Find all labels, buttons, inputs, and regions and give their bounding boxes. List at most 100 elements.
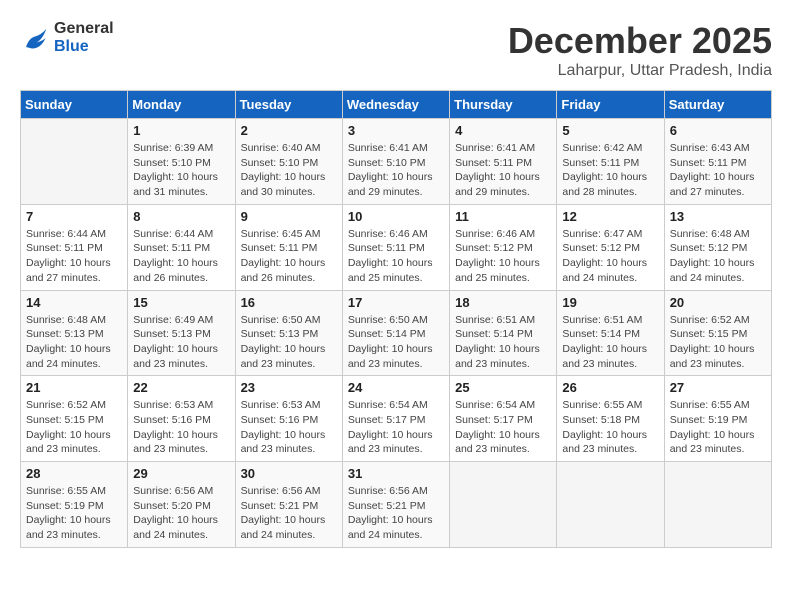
day-number: 25 [455, 380, 551, 395]
calendar-week-row: 28 Sunrise: 6:55 AMSunset: 5:19 PMDayligh… [21, 462, 772, 548]
day-info: Sunrise: 6:56 AMSunset: 5:21 PMDaylight:… [348, 484, 444, 543]
logo-text: General Blue [54, 20, 114, 56]
month-title: December 2025 [508, 20, 772, 62]
day-number: 17 [348, 295, 444, 310]
day-info: Sunrise: 6:48 AMSunset: 5:13 PMDaylight:… [26, 313, 122, 372]
calendar-cell: 26 Sunrise: 6:55 AMSunset: 5:18 PMDayligh… [557, 376, 664, 462]
day-number: 12 [562, 209, 658, 224]
location-subtitle: Laharpur, Uttar Pradesh, India [508, 62, 772, 80]
day-number: 21 [26, 380, 122, 395]
day-info: Sunrise: 6:55 AMSunset: 5:19 PMDaylight:… [670, 398, 766, 457]
calendar-cell [450, 462, 557, 548]
day-number: 20 [670, 295, 766, 310]
day-info: Sunrise: 6:55 AMSunset: 5:19 PMDaylight:… [26, 484, 122, 543]
day-info: Sunrise: 6:46 AMSunset: 5:11 PMDaylight:… [348, 227, 444, 286]
calendar-cell [21, 119, 128, 205]
calendar-cell: 30 Sunrise: 6:56 AMSunset: 5:21 PMDayligh… [235, 462, 342, 548]
day-info: Sunrise: 6:53 AMSunset: 5:16 PMDaylight:… [241, 398, 337, 457]
day-info: Sunrise: 6:39 AMSunset: 5:10 PMDaylight:… [133, 141, 229, 200]
calendar-cell: 7 Sunrise: 6:44 AMSunset: 5:11 PMDaylight… [21, 204, 128, 290]
day-number: 15 [133, 295, 229, 310]
logo-icon [20, 23, 50, 53]
weekday-header: Monday [128, 91, 235, 119]
calendar-cell: 1 Sunrise: 6:39 AMSunset: 5:10 PMDaylight… [128, 119, 235, 205]
day-info: Sunrise: 6:52 AMSunset: 5:15 PMDaylight:… [670, 313, 766, 372]
day-number: 9 [241, 209, 337, 224]
title-block: December 2025 Laharpur, Uttar Pradesh, I… [508, 20, 772, 80]
calendar-cell: 25 Sunrise: 6:54 AMSunset: 5:17 PMDayligh… [450, 376, 557, 462]
day-info: Sunrise: 6:45 AMSunset: 5:11 PMDaylight:… [241, 227, 337, 286]
calendar-cell: 2 Sunrise: 6:40 AMSunset: 5:10 PMDaylight… [235, 119, 342, 205]
calendar-cell: 28 Sunrise: 6:55 AMSunset: 5:19 PMDayligh… [21, 462, 128, 548]
day-number: 26 [562, 380, 658, 395]
calendar-cell: 19Sunrise: 6:51 AMSunset: 5:14 PMDayligh… [557, 290, 664, 376]
day-info: Sunrise: 6:50 AMSunset: 5:13 PMDaylight:… [241, 313, 337, 372]
day-number: 22 [133, 380, 229, 395]
day-number: 28 [26, 466, 122, 481]
day-number: 13 [670, 209, 766, 224]
day-info: Sunrise: 6:40 AMSunset: 5:10 PMDaylight:… [241, 141, 337, 200]
weekday-header: Wednesday [342, 91, 449, 119]
calendar-cell: 14 Sunrise: 6:48 AMSunset: 5:13 PMDayligh… [21, 290, 128, 376]
calendar-week-row: 1 Sunrise: 6:39 AMSunset: 5:10 PMDaylight… [21, 119, 772, 205]
day-info: Sunrise: 6:44 AMSunset: 5:11 PMDaylight:… [26, 227, 122, 286]
calendar-cell [557, 462, 664, 548]
calendar-cell: 9 Sunrise: 6:45 AMSunset: 5:11 PMDaylight… [235, 204, 342, 290]
calendar-cell: 8 Sunrise: 6:44 AMSunset: 5:11 PMDaylight… [128, 204, 235, 290]
calendar-cell: 11Sunrise: 6:46 AMSunset: 5:12 PMDayligh… [450, 204, 557, 290]
day-info: Sunrise: 6:54 AMSunset: 5:17 PMDaylight:… [455, 398, 551, 457]
day-info: Sunrise: 6:55 AMSunset: 5:18 PMDaylight:… [562, 398, 658, 457]
day-info: Sunrise: 6:56 AMSunset: 5:20 PMDaylight:… [133, 484, 229, 543]
calendar-table: SundayMondayTuesdayWednesdayThursdayFrid… [20, 90, 772, 548]
day-number: 8 [133, 209, 229, 224]
day-info: Sunrise: 6:54 AMSunset: 5:17 PMDaylight:… [348, 398, 444, 457]
day-info: Sunrise: 6:51 AMSunset: 5:14 PMDaylight:… [562, 313, 658, 372]
calendar-cell: 12 Sunrise: 6:47 AMSunset: 5:12 PMDayligh… [557, 204, 664, 290]
day-info: Sunrise: 6:46 AMSunset: 5:12 PMDaylight:… [455, 227, 551, 286]
day-number: 6 [670, 123, 766, 138]
calendar-cell: 6 Sunrise: 6:43 AMSunset: 5:11 PMDaylight… [664, 119, 771, 205]
day-info: Sunrise: 6:41 AMSunset: 5:10 PMDaylight:… [348, 141, 444, 200]
calendar-cell: 3 Sunrise: 6:41 AMSunset: 5:10 PMDaylight… [342, 119, 449, 205]
day-info: Sunrise: 6:43 AMSunset: 5:11 PMDaylight:… [670, 141, 766, 200]
day-info: Sunrise: 6:47 AMSunset: 5:12 PMDaylight:… [562, 227, 658, 286]
day-number: 7 [26, 209, 122, 224]
day-info: Sunrise: 6:53 AMSunset: 5:16 PMDaylight:… [133, 398, 229, 457]
calendar-cell: 5Sunrise: 6:42 AMSunset: 5:11 PMDaylight… [557, 119, 664, 205]
day-number: 31 [348, 466, 444, 481]
calendar-header-row: SundayMondayTuesdayWednesdayThursdayFrid… [21, 91, 772, 119]
day-number: 3 [348, 123, 444, 138]
weekday-header: Friday [557, 91, 664, 119]
weekday-header: Tuesday [235, 91, 342, 119]
day-number: 10 [348, 209, 444, 224]
day-number: 29 [133, 466, 229, 481]
day-number: 18 [455, 295, 551, 310]
calendar-week-row: 14 Sunrise: 6:48 AMSunset: 5:13 PMDayligh… [21, 290, 772, 376]
day-number: 30 [241, 466, 337, 481]
day-number: 1 [133, 123, 229, 138]
day-info: Sunrise: 6:56 AMSunset: 5:21 PMDaylight:… [241, 484, 337, 543]
day-info: Sunrise: 6:44 AMSunset: 5:11 PMDaylight:… [133, 227, 229, 286]
calendar-cell: 10 Sunrise: 6:46 AMSunset: 5:11 PMDayligh… [342, 204, 449, 290]
weekday-header: Saturday [664, 91, 771, 119]
calendar-cell: 23Sunrise: 6:53 AMSunset: 5:16 PMDayligh… [235, 376, 342, 462]
logo: General Blue [20, 20, 114, 56]
day-info: Sunrise: 6:52 AMSunset: 5:15 PMDaylight:… [26, 398, 122, 457]
day-info: Sunrise: 6:51 AMSunset: 5:14 PMDaylight:… [455, 313, 551, 372]
day-info: Sunrise: 6:49 AMSunset: 5:13 PMDaylight:… [133, 313, 229, 372]
calendar-cell: 31 Sunrise: 6:56 AMSunset: 5:21 PMDayligh… [342, 462, 449, 548]
calendar-cell: 4 Sunrise: 6:41 AMSunset: 5:11 PMDaylight… [450, 119, 557, 205]
calendar-cell: 15 Sunrise: 6:49 AMSunset: 5:13 PMDayligh… [128, 290, 235, 376]
day-info: Sunrise: 6:41 AMSunset: 5:11 PMDaylight:… [455, 141, 551, 200]
day-number: 2 [241, 123, 337, 138]
calendar-cell: 13Sunrise: 6:48 AMSunset: 5:12 PMDayligh… [664, 204, 771, 290]
calendar-cell: 18 Sunrise: 6:51 AMSunset: 5:14 PMDayligh… [450, 290, 557, 376]
day-number: 14 [26, 295, 122, 310]
day-number: 4 [455, 123, 551, 138]
calendar-cell: 17Sunrise: 6:50 AMSunset: 5:14 PMDayligh… [342, 290, 449, 376]
calendar-cell: 27Sunrise: 6:55 AMSunset: 5:19 PMDayligh… [664, 376, 771, 462]
page-header: General Blue December 2025 Laharpur, Utt… [20, 20, 772, 80]
day-info: Sunrise: 6:42 AMSunset: 5:11 PMDaylight:… [562, 141, 658, 200]
calendar-cell [664, 462, 771, 548]
calendar-cell: 21 Sunrise: 6:52 AMSunset: 5:15 PMDayligh… [21, 376, 128, 462]
